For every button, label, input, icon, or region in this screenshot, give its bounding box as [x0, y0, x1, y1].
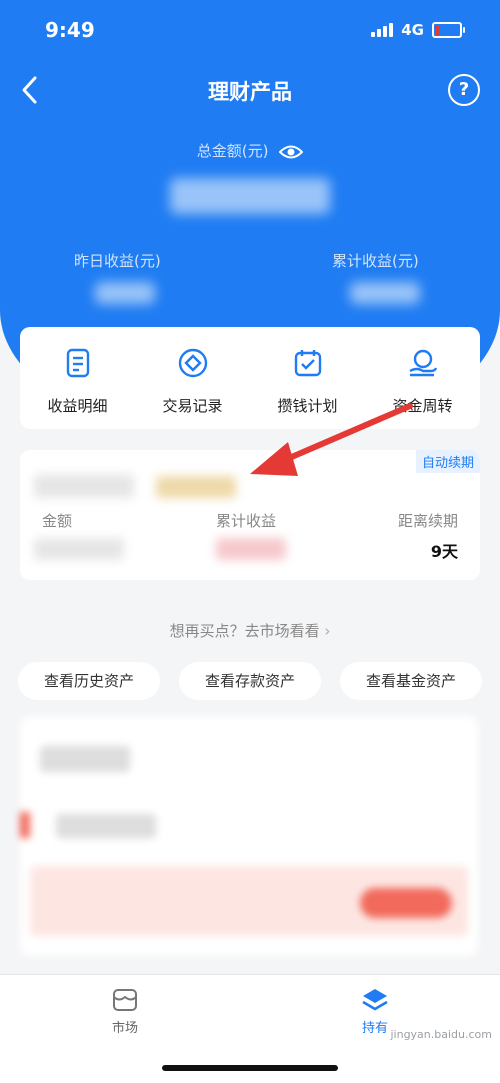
- status-time: 9:49: [45, 18, 95, 42]
- renew-countdown-label: 距离续期: [397, 512, 458, 530]
- calendar-check-icon: [294, 350, 321, 377]
- recommendation-card-hidden: [20, 716, 478, 956]
- product-tag-hidden: [156, 476, 236, 498]
- hand-coin-icon: [408, 349, 437, 377]
- history-assets-button[interactable]: 查看历史资产: [18, 662, 160, 700]
- amount-label: 金额: [42, 512, 73, 530]
- renew-countdown-value: 9天: [430, 542, 458, 561]
- receipt-icon: [66, 348, 89, 378]
- go-market-link[interactable]: 想再买点？去市场看看 ›: [0, 620, 500, 641]
- battery-icon: [432, 22, 465, 38]
- amount-value-hidden: [34, 538, 124, 560]
- income-detail-label: 收益明细: [47, 397, 108, 415]
- signal-icon: [371, 23, 394, 37]
- page-title: 理财产品: [208, 80, 292, 104]
- network-type: 4G: [401, 21, 424, 39]
- auto-renew-badge: 自动续期: [415, 450, 480, 473]
- storefront-icon: [113, 989, 137, 1011]
- annotation-arrow-icon: [250, 403, 413, 476]
- income-detail-button[interactable]: 收益明细: [20, 347, 135, 416]
- home-indicator: [162, 1065, 338, 1071]
- cumulative-income-label: 累计收益(元): [332, 252, 419, 270]
- transaction-record-label: 交易记录: [162, 397, 223, 415]
- cumulative-income-value-hidden: [350, 282, 420, 304]
- fund-assets-button[interactable]: 查看基金资产: [340, 662, 482, 700]
- eye-icon[interactable]: [279, 144, 304, 160]
- help-icon[interactable]: ?: [448, 74, 480, 106]
- transaction-record-button[interactable]: 交易记录: [135, 347, 250, 416]
- layers-icon: [362, 989, 388, 1011]
- total-amount-value-hidden: [170, 178, 330, 214]
- yesterday-income-label: 昨日收益(元): [74, 252, 161, 270]
- product-name-hidden: [34, 474, 134, 498]
- income-value-hidden: [216, 538, 286, 560]
- watermark: jingyan.baidu.com: [390, 1028, 492, 1041]
- status-bar: 9:49 4G: [0, 18, 500, 48]
- tab-market[interactable]: 市场: [85, 987, 165, 1036]
- deposit-assets-button[interactable]: 查看存款资产: [179, 662, 321, 700]
- tab-market-label: 市场: [111, 1021, 138, 1036]
- nav-bar: 理财产品 ?: [0, 68, 500, 112]
- chevron-right-icon: ›: [324, 622, 331, 640]
- cumulative-income-field-label: 累计收益: [216, 512, 277, 530]
- total-amount-label: 总金额(元): [0, 140, 500, 161]
- yesterday-income-value-hidden: [95, 282, 155, 304]
- exchange-icon: [178, 348, 207, 378]
